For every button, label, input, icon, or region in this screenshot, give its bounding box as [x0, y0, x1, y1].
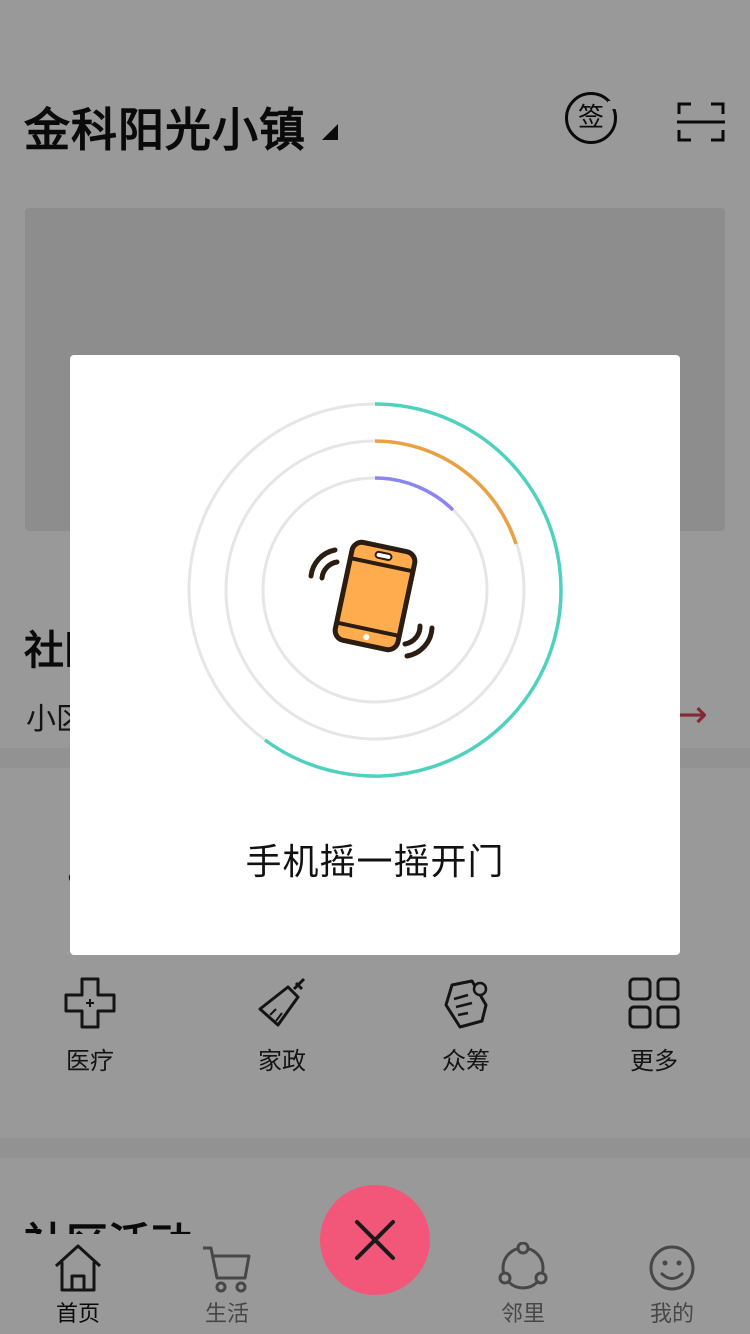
inner-progress-arc: [374, 476, 455, 512]
shake-instruction: 手机摇一摇开门: [245, 842, 505, 883]
shake-progress-rings: [187, 402, 563, 778]
close-dialog-button[interactable]: [320, 1185, 430, 1295]
shaking-phone-icon: [332, 539, 418, 653]
outer-progress-arc: [263, 402, 563, 778]
close-icon: [355, 1220, 395, 1260]
middle-progress-arc: [374, 439, 518, 545]
shake-to-open-dialog: 手机摇一摇开门: [70, 355, 680, 955]
